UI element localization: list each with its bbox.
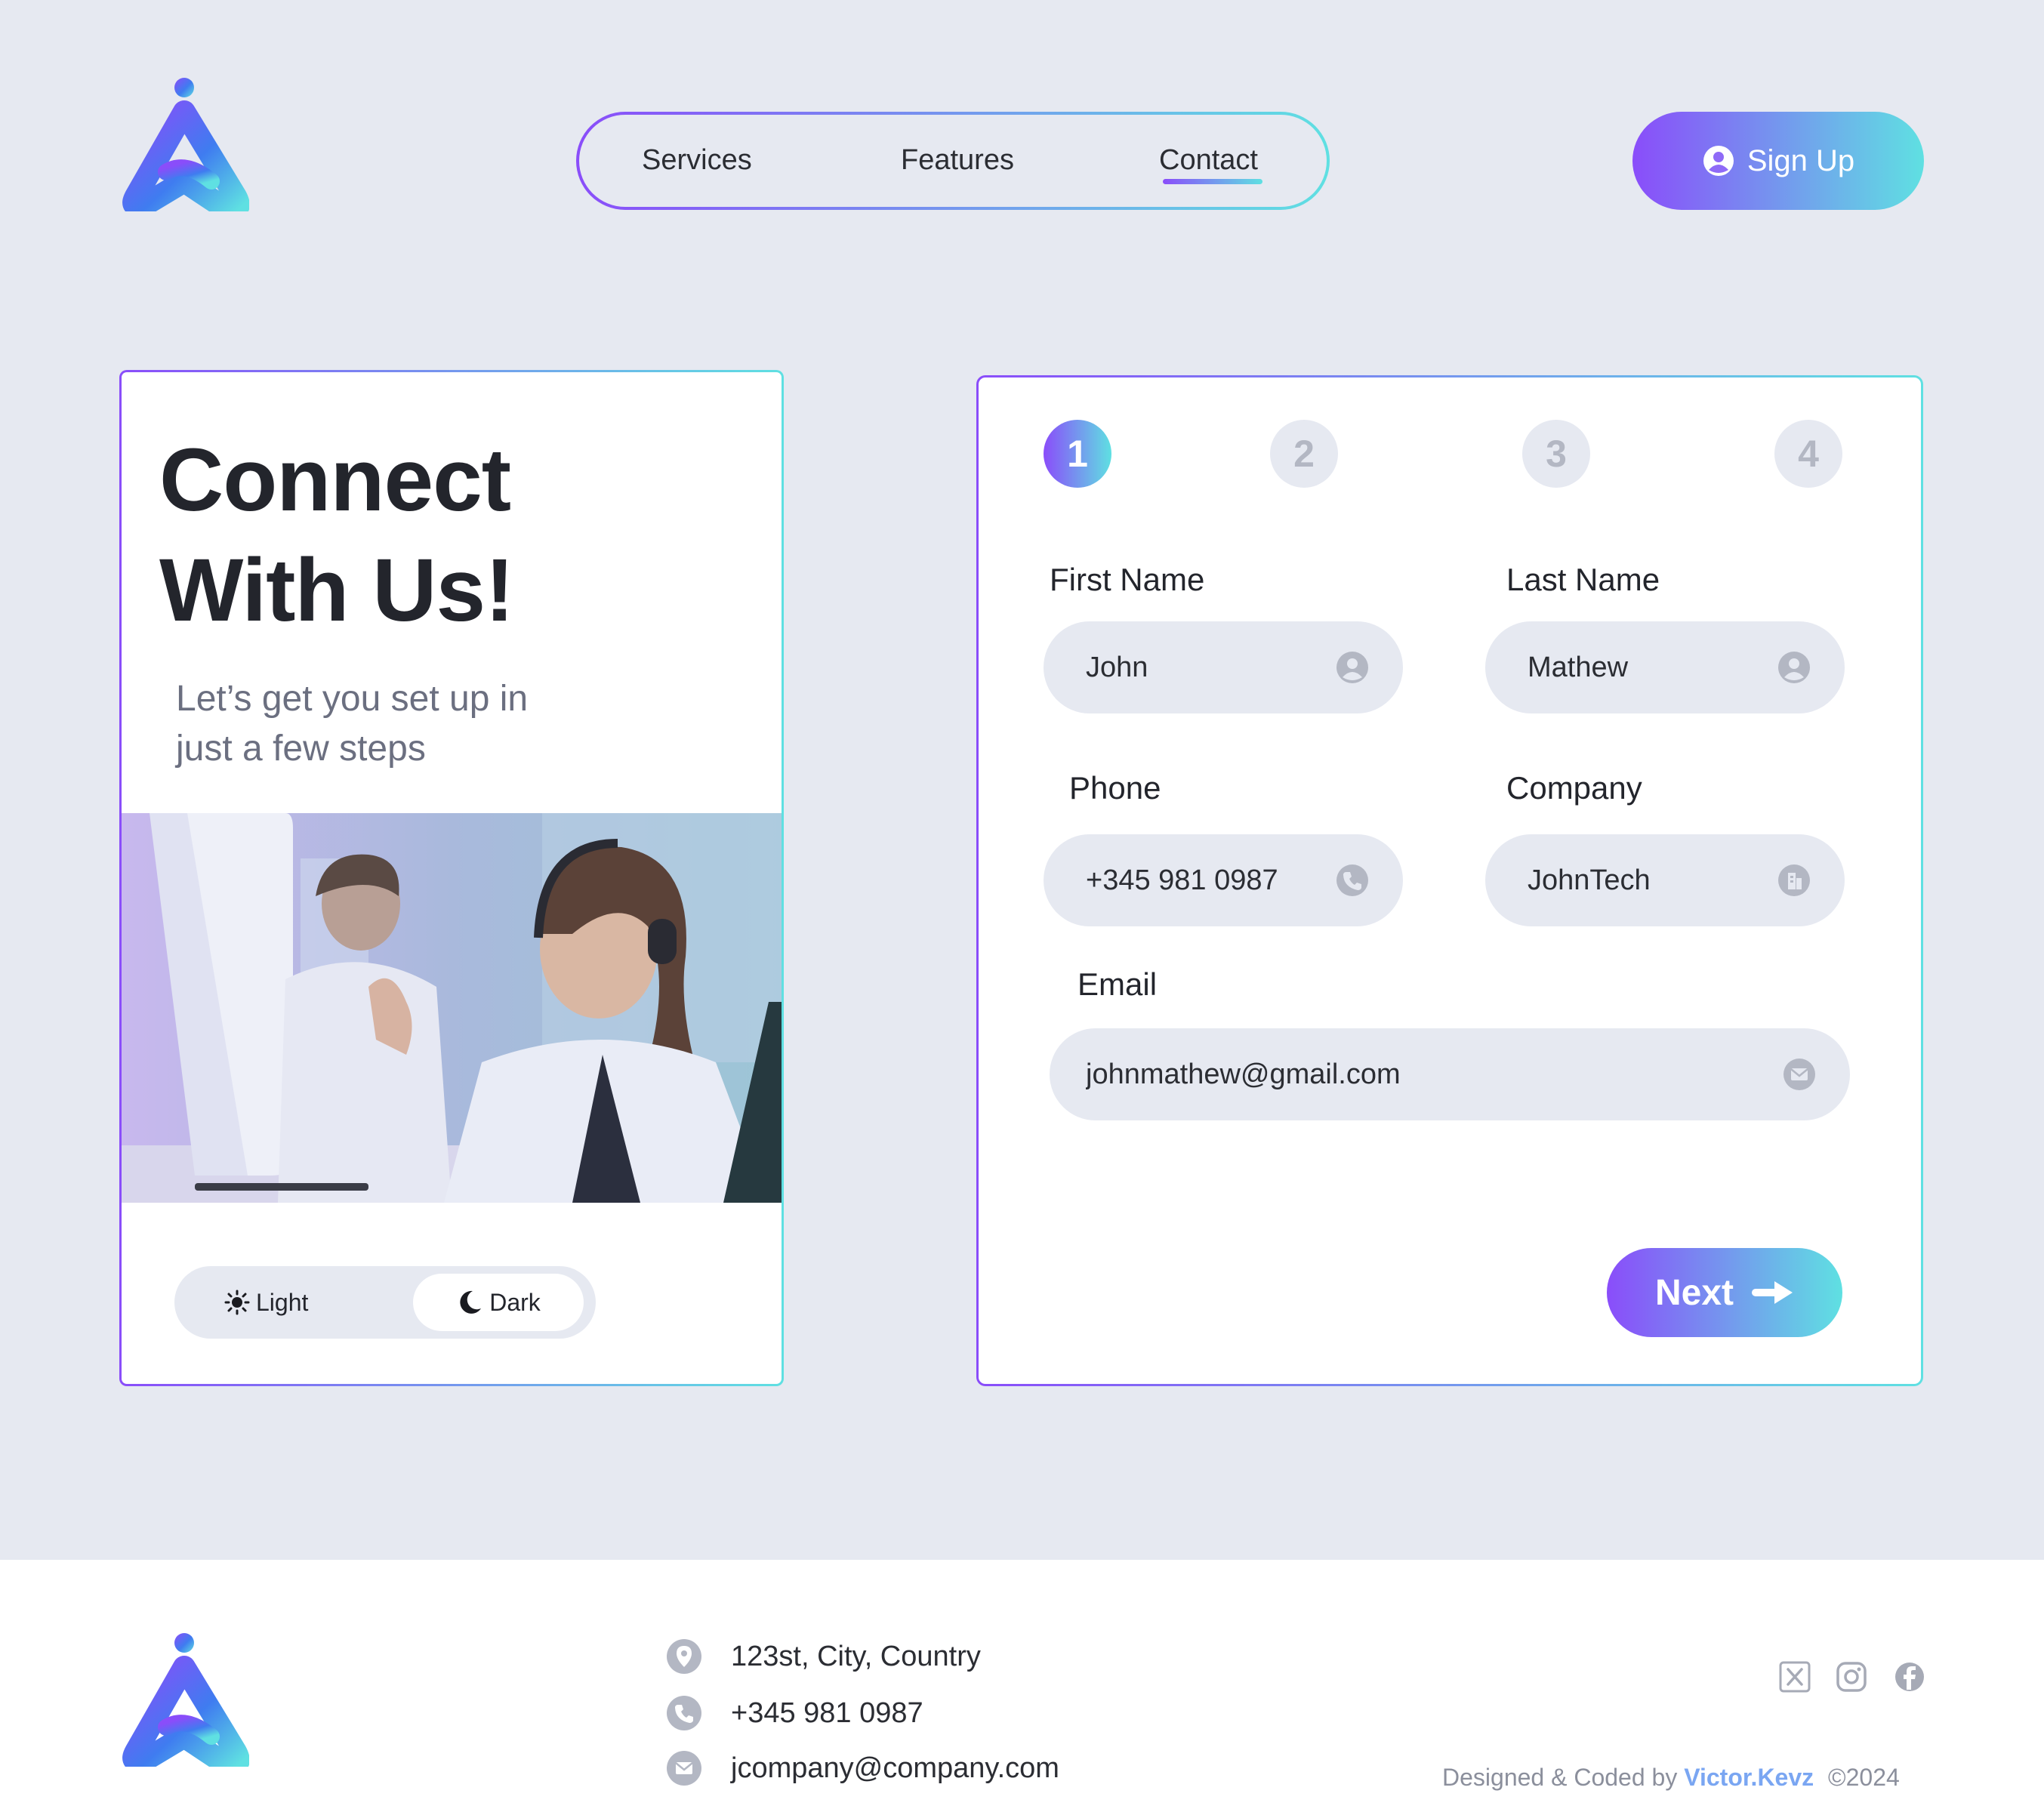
x-icon[interactable]	[1779, 1661, 1811, 1693]
email-text[interactable]: jcompany@company.com	[731, 1752, 1059, 1785]
footer-email: jcompany@company.com	[666, 1750, 1059, 1786]
step-3[interactable]: 3	[1522, 420, 1590, 488]
step-2[interactable]: 2	[1270, 420, 1338, 488]
user-icon	[1778, 652, 1810, 683]
phone-text[interactable]: +345 981 0987	[731, 1697, 923, 1730]
footer-phone: +345 981 0987	[666, 1695, 923, 1731]
last-name-field	[1485, 621, 1845, 713]
first-name-field	[1044, 621, 1403, 713]
phone-label: Phone	[1069, 770, 1161, 806]
company-label: Company	[1506, 770, 1642, 806]
instagram-icon[interactable]	[1836, 1661, 1867, 1693]
first-name-input[interactable]	[1086, 651, 1335, 684]
dark-label: Dark	[489, 1288, 541, 1316]
mail-icon	[1783, 1059, 1815, 1090]
next-label: Next	[1654, 1272, 1734, 1313]
title-line-1: Connect	[159, 430, 511, 530]
nav-link-features[interactable]: Features	[901, 140, 1014, 180]
sun-icon	[224, 1290, 250, 1315]
light-label: Light	[256, 1288, 309, 1316]
nav-link-contact[interactable]: Contact	[1159, 140, 1258, 180]
phone-icon	[667, 1696, 701, 1730]
phone-input[interactable]	[1086, 864, 1335, 897]
company-field	[1485, 834, 1845, 926]
next-button[interactable]: Next	[1607, 1248, 1842, 1337]
nav-link-services[interactable]: Services	[642, 140, 752, 180]
credit-year: ©2024	[1828, 1764, 1900, 1791]
last-name-label: Last Name	[1506, 562, 1660, 597]
facebook-icon[interactable]	[1894, 1661, 1925, 1693]
user-icon	[1336, 652, 1368, 683]
email-field	[1050, 1028, 1850, 1120]
footer-credit: Designed & Coded by Victor.Kevz ©2024	[1442, 1764, 1900, 1792]
intro-card: Connect With Us! Let’s get you set up in…	[119, 370, 784, 1386]
user-icon	[1703, 146, 1734, 176]
sign-up-button[interactable]: Sign Up	[1632, 112, 1924, 210]
title-line-2: With Us!	[159, 541, 514, 640]
first-name-label: First Name	[1050, 562, 1205, 597]
step-4[interactable]: 4	[1774, 420, 1842, 488]
location-pin-icon	[667, 1639, 701, 1674]
theme-toggle[interactable]: Light Dark	[174, 1266, 596, 1339]
page-subtitle: Let’s get you set up in just a few steps	[176, 674, 629, 774]
step-1[interactable]: 1	[1044, 420, 1111, 488]
subtitle-line-2: just a few steps	[176, 729, 426, 769]
light-theme-option[interactable]: Light	[224, 1274, 308, 1331]
credit-prefix: Designed & Coded by	[1442, 1764, 1678, 1791]
active-nav-indicator	[1163, 179, 1262, 184]
building-icon	[1778, 864, 1810, 896]
dark-theme-option[interactable]: Dark	[413, 1274, 584, 1331]
email-label: Email	[1077, 966, 1158, 1002]
sign-up-label: Sign Up	[1746, 143, 1855, 177]
phone-field	[1044, 834, 1403, 926]
email-input[interactable]	[1086, 1058, 1782, 1091]
logo[interactable]	[121, 76, 249, 211]
subtitle-line-1: Let’s get you set up in	[176, 679, 529, 719]
main-nav: Services Features Contact	[576, 112, 1330, 210]
phone-icon	[1336, 864, 1368, 896]
address-text: 123st, City, Country	[731, 1640, 981, 1672]
mail-icon	[667, 1751, 701, 1786]
footer-address: 123st, City, Country	[666, 1638, 981, 1675]
page-title: Connect With Us!	[159, 425, 514, 646]
credit-author-link[interactable]: Victor.Kevz	[1684, 1764, 1814, 1791]
footer-logo[interactable]	[121, 1631, 249, 1767]
arrow-right-icon	[1752, 1281, 1793, 1304]
last-name-input[interactable]	[1528, 651, 1777, 684]
company-input[interactable]	[1528, 864, 1777, 897]
signup-form-card: 1 2 3 4 First Name Last Name Phone Compa…	[976, 375, 1923, 1386]
support-agent-photo	[122, 813, 782, 1203]
moon-icon	[460, 1290, 482, 1314]
